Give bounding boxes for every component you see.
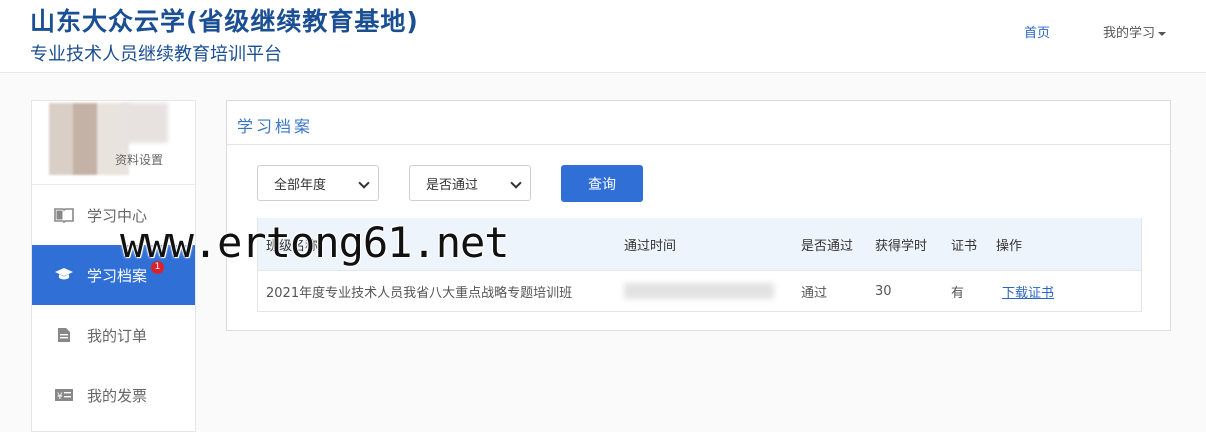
year-select-value: 全部年度: [274, 177, 327, 193]
profile-settings-link[interactable]: 资料设置: [115, 151, 163, 168]
book-icon: [54, 206, 74, 224]
col-header-hours: 获得学时: [875, 238, 928, 254]
col-header-certificate: 证书: [951, 238, 978, 254]
col-header-passed: 是否通过: [801, 238, 854, 254]
top-header: 山东大众云学(省级继续教育基地) 专业技术人员继续教育培训平台 首页 我的学习: [0, 0, 1206, 73]
hours-cell: 30: [875, 283, 892, 299]
action-cell: 下载证书: [996, 271, 1054, 311]
panel-title: 学习档案: [237, 117, 314, 136]
document-icon: [54, 326, 74, 344]
col-header-pass-time: 通过时间: [624, 238, 677, 254]
pass-status-select-value: 是否通过: [426, 177, 479, 193]
blurred-time: [624, 283, 774, 299]
sidebar-item-label: 我的订单: [87, 326, 148, 345]
chevron-down-icon: [358, 177, 370, 189]
nav-my-study-label: 我的学习: [1103, 26, 1156, 41]
table-row: 2021年度专业技术人员我省八大重点战略专题培训班 通过 30 有 下载证书: [258, 270, 1141, 311]
year-select[interactable]: 全部年度: [257, 165, 379, 201]
brand-subtitle: 专业技术人员继续教育培训平台: [30, 44, 282, 65]
svg-text:¥: ¥: [57, 392, 63, 402]
avatar-blur: [122, 103, 168, 143]
chevron-down-icon: [510, 177, 522, 189]
graduation-cap-icon: [54, 266, 74, 284]
pass-status-select[interactable]: 是否通过: [409, 165, 531, 201]
invoice-icon: ¥: [54, 386, 74, 404]
nav-my-study-dropdown[interactable]: 我的学习: [1103, 22, 1167, 41]
nav-home-link[interactable]: 首页: [1024, 22, 1050, 41]
class-name-cell: 2021年度专业技术人员我省八大重点战略专题培训班: [266, 285, 573, 301]
sidebar-item-my-orders[interactable]: 我的订单: [32, 305, 195, 365]
divider: [227, 144, 1170, 145]
query-button[interactable]: 查询: [561, 165, 643, 202]
pass-time-cell: [624, 271, 774, 311]
brand-title: 山东大众云学(省级继续教育基地): [30, 7, 419, 36]
passed-cell: 通过: [801, 285, 828, 301]
sidebar-item-label: 学习档案: [87, 266, 148, 285]
sidebar-item-label: 我的发票: [87, 386, 148, 405]
caret-down-icon: [1158, 31, 1167, 36]
profile-area: 资料设置: [32, 101, 195, 185]
watermark-text: www.ertong61.net: [120, 218, 510, 267]
sidebar-item-my-invoices[interactable]: ¥ 我的发票: [32, 365, 195, 425]
col-header-action: 操作: [996, 238, 1023, 254]
certificate-cell: 有: [951, 285, 965, 301]
download-certificate-link[interactable]: 下载证书: [1002, 282, 1054, 301]
study-archive-panel: 学习档案 全部年度 是否通过 查询 班级名称 通过时间 是否通过 获得学时 证书…: [226, 100, 1171, 331]
